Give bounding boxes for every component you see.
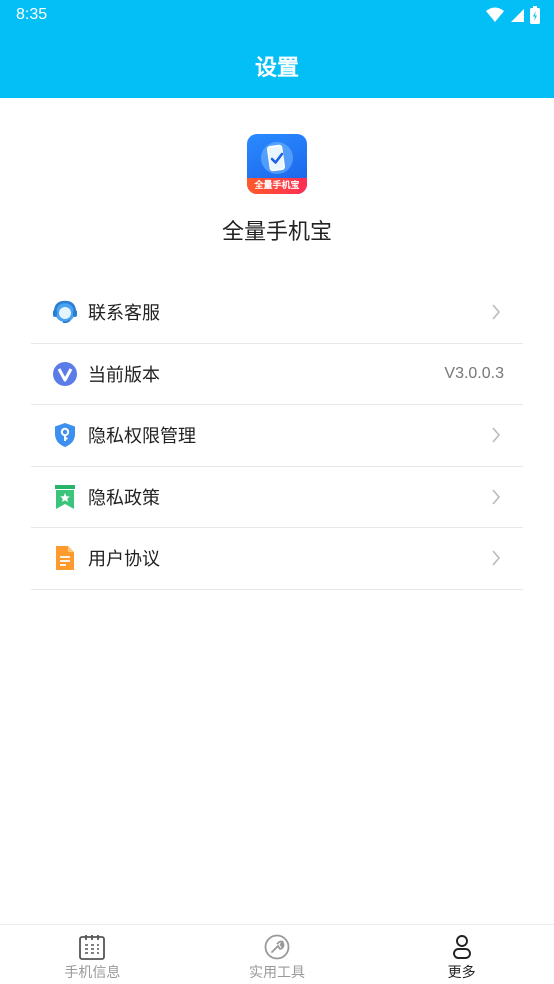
battery-icon xyxy=(530,6,540,24)
tab-label: 实用工具 xyxy=(249,965,305,981)
menu-item-contact-service[interactable]: 联系客服 xyxy=(31,282,523,344)
person-icon xyxy=(452,935,471,959)
menu-item-label: 联系客服 xyxy=(88,303,160,325)
status-icons xyxy=(486,6,540,24)
menu-item-current-version[interactable]: 当前版本 V3.0.0.3 xyxy=(31,344,523,405)
tab-label: 手机信息 xyxy=(64,965,121,981)
version-value: V3.0.0.3 xyxy=(444,364,504,382)
app-logo-text: 全量手机宝 xyxy=(247,178,307,194)
customer-service-icon xyxy=(52,299,78,325)
policy-bookmark-icon xyxy=(52,484,78,510)
settings-menu: 联系客服 当前版本 V3.0.0.3 隐私权限管理 隐私政策 用户协议 xyxy=(31,282,523,590)
wrench-icon xyxy=(264,934,290,960)
chevron-right-icon xyxy=(492,550,501,566)
page-title: 设置 xyxy=(254,56,299,81)
tab-utility-tools[interactable]: 实用工具 xyxy=(185,925,370,984)
app-name: 全量手机宝 xyxy=(221,220,332,245)
status-bar: 8:35 xyxy=(0,0,554,32)
menu-item-label: 用户协议 xyxy=(88,549,160,571)
privacy-shield-icon xyxy=(52,422,78,448)
tab-more[interactable]: 更多 xyxy=(369,925,554,984)
signal-icon xyxy=(511,9,524,22)
menu-item-label: 隐私政策 xyxy=(88,487,160,509)
bottom-nav: 手机信息 实用工具 更多 xyxy=(0,924,554,984)
wifi-icon xyxy=(486,7,504,22)
menu-item-privacy-policy[interactable]: 隐私政策 xyxy=(31,467,523,528)
menu-item-label: 当前版本 xyxy=(88,364,160,386)
phone-check-icon xyxy=(261,142,293,174)
version-icon xyxy=(52,361,78,387)
chevron-right-icon xyxy=(492,304,501,320)
app-logo: 全量手机宝 xyxy=(247,134,307,194)
menu-item-privacy-permissions[interactable]: 隐私权限管理 xyxy=(31,405,523,467)
calendar-icon xyxy=(79,935,106,960)
menu-item-user-agreement[interactable]: 用户协议 xyxy=(31,528,523,590)
chevron-right-icon xyxy=(492,427,501,443)
agreement-document-icon xyxy=(52,545,78,571)
top-bar: 8:35 设置 xyxy=(0,0,554,98)
menu-item-label: 隐私权限管理 xyxy=(88,426,196,448)
tab-label: 更多 xyxy=(447,965,476,981)
status-time: 8:35 xyxy=(16,6,48,23)
tab-phone-info[interactable]: 手机信息 xyxy=(0,925,185,984)
chevron-right-icon xyxy=(492,489,501,505)
